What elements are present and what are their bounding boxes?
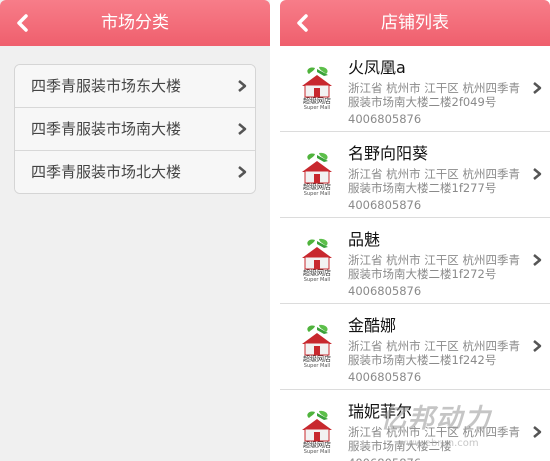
category-label: 四季青服装市场南大楼 (31, 120, 182, 138)
shop-name: 火凤凰a (348, 58, 406, 77)
chevron-right-icon (238, 166, 247, 178)
shop-phone: 4006805876 (348, 370, 422, 384)
chevron-right-icon (533, 426, 542, 438)
back-arrow-icon[interactable] (292, 10, 314, 36)
category-item-south[interactable]: 四季青服装市场南大楼 (15, 107, 255, 150)
shop-phone: 4006805876 (348, 112, 422, 126)
logo-text: 超级网店 (303, 355, 331, 363)
logo-subtext: Super Mall (303, 449, 331, 455)
shop-list-item[interactable]: 超级网店 Super Mall 金酷娜 浙江省 杭州市 江干区 杭州四季青服装市… (280, 304, 550, 390)
house-tree-icon (302, 66, 332, 98)
shop-list-item[interactable]: 超级网店 Super Mall 名野向阳葵 浙江省 杭州市 江干区 杭州四季青服… (280, 132, 550, 218)
logo-subtext: Super Mall (303, 363, 331, 369)
shop-list-screen: 店铺列表 超级网店 Super Mall 火凤凰a 浙江省 杭州市 江干区 杭州… (280, 0, 550, 461)
shop-phone: 4006805876 (348, 198, 422, 212)
logo-text: 超级网店 (303, 269, 331, 277)
shop-address: 浙江省 杭州市 江干区 杭州四季青服装市场南大楼二楼1f272号 (348, 253, 520, 281)
logo-subtext: Super Mall (303, 105, 331, 111)
header-bar: 市场分类 (0, 0, 270, 46)
chevron-right-icon (533, 254, 542, 266)
category-label: 四季青服装市场东大楼 (31, 77, 182, 95)
watermark-url: www.ebrun.com (398, 438, 479, 449)
shop-address: 浙江省 杭州市 江干区 杭州四季青服装市场南大楼二楼1f242号 (348, 339, 520, 367)
category-item-north[interactable]: 四季青服装市场北大楼 (15, 150, 255, 193)
logo-text: 超级网店 (303, 183, 331, 191)
chevron-right-icon (238, 80, 247, 92)
shop-address: 浙江省 杭州市 江干区 杭州四季青服装市场南大楼二楼2f049号 (348, 81, 520, 109)
page-title: 市场分类 (101, 13, 169, 33)
shop-logo: 超级网店 Super Mall (296, 66, 338, 112)
shop-phone: 4006805876 (348, 456, 421, 461)
shop-logo: 超级网店 Super Mall (296, 238, 338, 284)
logo-text: 超级网店 (303, 97, 331, 105)
shop-name: 金酷娜 (348, 316, 397, 335)
house-tree-icon (302, 152, 332, 184)
shop-name: 名野向阳葵 (348, 144, 429, 163)
logo-text: 超级网店 (303, 441, 331, 449)
page-title: 店铺列表 (381, 13, 449, 33)
market-category-screen: 市场分类 四季青服装市场东大楼 四季青服装市场南大楼 四季青服装市场北大楼 (0, 0, 270, 461)
shop-name: 品魅 (348, 230, 381, 249)
house-tree-icon (302, 324, 332, 356)
category-list: 四季青服装市场东大楼 四季青服装市场南大楼 四季青服装市场北大楼 (14, 64, 256, 194)
house-tree-icon (302, 238, 332, 270)
chevron-right-icon (238, 123, 247, 135)
category-item-east[interactable]: 四季青服装市场东大楼 (15, 65, 255, 107)
logo-subtext: Super Mall (303, 277, 331, 283)
back-arrow-icon[interactable] (12, 10, 34, 36)
house-tree-icon (302, 410, 332, 442)
category-label: 四季青服装市场北大楼 (31, 163, 182, 181)
shop-logo: 超级网店 Super Mall (296, 152, 338, 198)
logo-subtext: Super Mall (303, 191, 331, 197)
watermark-text: 亿邦动力 (380, 404, 493, 434)
chevron-right-icon (533, 168, 542, 180)
header-bar: 店铺列表 (280, 0, 550, 46)
shop-address: 浙江省 杭州市 江干区 杭州四季青服装市场南大楼二楼1f277号 (348, 167, 520, 195)
shop-logo: 超级网店 Super Mall (296, 410, 338, 456)
shop-list-item[interactable]: 超级网店 Super Mall 火凤凰a 浙江省 杭州市 江干区 杭州四季青服装… (280, 46, 550, 132)
shop-list-item[interactable]: 超级网店 Super Mall 品魅 浙江省 杭州市 江干区 杭州四季青服装市场… (280, 218, 550, 304)
chevron-right-icon (533, 340, 542, 352)
shop-phone: 4006805876 (348, 284, 422, 298)
chevron-right-icon (533, 82, 542, 94)
shop-logo: 超级网店 Super Mall (296, 324, 338, 370)
